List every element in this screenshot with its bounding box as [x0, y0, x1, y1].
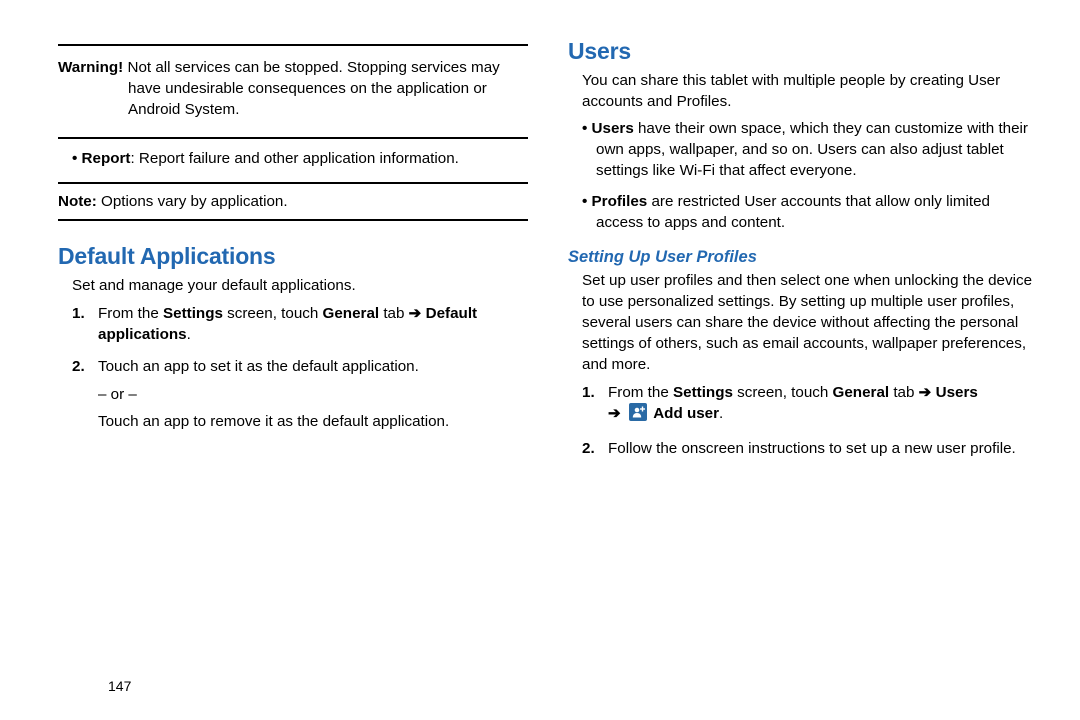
- bullet-users: Users have their own space, which they c…: [582, 119, 1038, 182]
- bullet1-label: Users: [592, 120, 634, 137]
- step1-mid: screen, touch: [733, 384, 833, 401]
- default-apps-steps: From the Settings screen, touch General …: [58, 303, 528, 433]
- rule-top: [58, 44, 528, 46]
- step1-settings: Settings: [163, 305, 223, 322]
- setup-intro: Set up user profiles and then select one…: [582, 271, 1038, 376]
- note-block: Note: Options vary by application.: [58, 182, 528, 221]
- add-user-icon: [629, 403, 647, 428]
- bullet1-text: have their own space, which they can cus…: [596, 120, 1028, 179]
- step-1: From the Settings screen, touch General …: [72, 303, 528, 346]
- step2-text: Follow the onscreen instructions to set …: [608, 440, 1016, 457]
- bullet-profiles: Profiles are restricted User accounts th…: [582, 192, 1038, 234]
- step1-pre: From the: [98, 305, 163, 322]
- step1-tab: tab: [889, 384, 919, 401]
- warning-text: Not all services can be stopped. Stoppin…: [123, 59, 500, 118]
- left-column: Warning! Not all services can be stopped…: [58, 38, 528, 700]
- step1-general: General: [833, 384, 890, 401]
- right-column: Users You can share this tablet with mul…: [568, 38, 1038, 700]
- report-bullet: Report: Report failure and other applica…: [72, 149, 528, 170]
- step2-or: – or –: [98, 384, 528, 406]
- note-text: Options vary by application.: [97, 193, 288, 210]
- heading-users: Users: [568, 38, 1038, 65]
- step1-period: .: [719, 405, 723, 422]
- step-1: From the Settings screen, touch General …: [582, 382, 1038, 428]
- arrow-icon: ➔: [608, 405, 621, 422]
- step1-settings: Settings: [673, 384, 733, 401]
- heading-default-applications: Default Applications: [58, 243, 528, 270]
- step1-general: General: [323, 305, 380, 322]
- user-profile-steps: From the Settings screen, touch General …: [568, 382, 1038, 460]
- step2-a: Touch an app to set it as the default ap…: [98, 358, 419, 375]
- step-2: Follow the onscreen instructions to set …: [582, 438, 1038, 460]
- step1-adduser: Add user: [653, 405, 719, 422]
- bullet2-label: Profiles: [592, 193, 648, 210]
- bullet2-text: are restricted User accounts that allow …: [596, 193, 990, 231]
- warning-block: Warning! Not all services can be stopped…: [58, 52, 528, 131]
- users-bullets: Users have their own space, which they c…: [582, 119, 1038, 234]
- step1-pre: From the: [608, 384, 673, 401]
- step1-users: Users: [936, 384, 978, 401]
- users-intro: You can share this tablet with multiple …: [582, 71, 1038, 113]
- heading-setting-up-user-profiles: Setting Up User Profiles: [568, 248, 1038, 267]
- arrow-icon: ➔: [919, 384, 932, 401]
- arrow-icon: ➔: [409, 305, 422, 322]
- report-label: Report: [82, 150, 131, 167]
- report-text: : Report failure and other application i…: [130, 150, 458, 167]
- page-number: 147: [108, 678, 131, 694]
- note-label: Note:: [58, 193, 97, 210]
- rule-mid: [58, 137, 528, 139]
- manual-page: Warning! Not all services can be stopped…: [0, 0, 1080, 720]
- step-2: Touch an app to set it as the default ap…: [72, 356, 528, 433]
- step1-mid: screen, touch: [223, 305, 323, 322]
- step1-tab: tab: [379, 305, 409, 322]
- warning-label: Warning!: [58, 59, 123, 76]
- step2-b: Touch an app to remove it as the default…: [98, 411, 528, 433]
- default-apps-intro: Set and manage your default applications…: [72, 276, 528, 297]
- step1-period: .: [187, 326, 191, 343]
